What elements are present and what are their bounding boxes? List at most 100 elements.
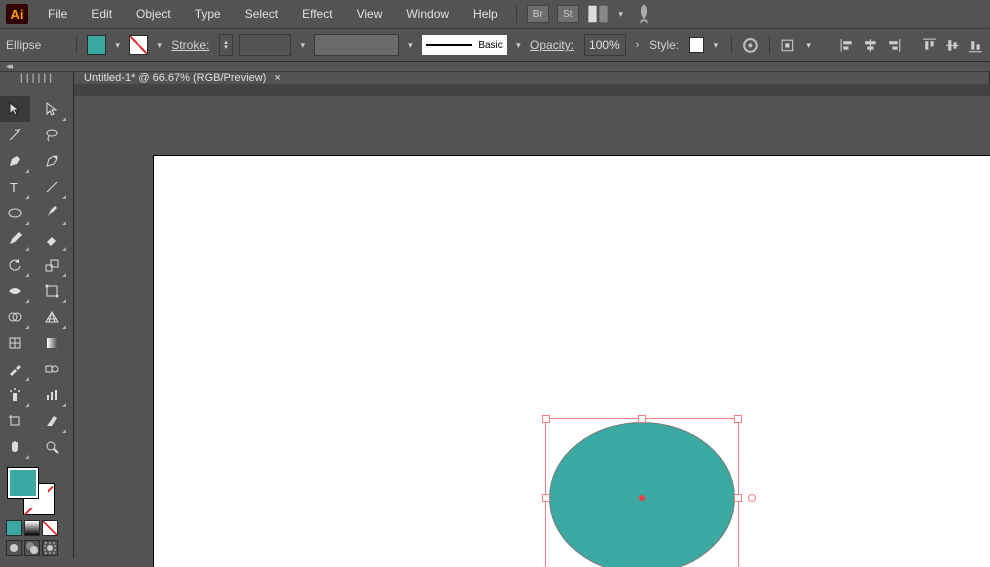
arrange-dropdown[interactable]: ▾ xyxy=(615,5,627,23)
fill-proxy[interactable] xyxy=(8,468,38,498)
column-graph-tool[interactable] xyxy=(37,382,67,408)
selection-tool[interactable] xyxy=(0,96,30,122)
hand-tool[interactable] xyxy=(0,434,30,460)
resize-handle-tr[interactable] xyxy=(734,415,742,423)
menu-window[interactable]: Window xyxy=(396,4,459,24)
stroke-swatch-dropdown[interactable]: ▾ xyxy=(154,36,165,54)
canvas[interactable] xyxy=(74,96,990,567)
artboard-tool[interactable] xyxy=(0,408,30,434)
stock-button[interactable]: St xyxy=(557,5,579,23)
align-bottom-button[interactable] xyxy=(967,36,984,54)
grip-icon: ┃┃┃┃┃┃ xyxy=(19,74,54,83)
paintbrush-tool[interactable] xyxy=(37,200,67,226)
pen-tool[interactable] xyxy=(0,148,30,174)
brush-definition[interactable]: Basic xyxy=(422,35,507,55)
stroke-weight-input[interactable]: ▴▾ xyxy=(219,34,232,56)
align-right-button[interactable] xyxy=(885,36,902,54)
toolbox: ┃┃┃┃┃┃ T xyxy=(0,72,74,558)
menu-object[interactable]: Object xyxy=(126,4,181,24)
opacity-label[interactable]: Opacity: xyxy=(530,38,574,52)
style-dropdown[interactable]: ▾ xyxy=(710,36,721,54)
gpu-preview-button[interactable] xyxy=(633,5,655,23)
hand-icon xyxy=(7,439,23,455)
type-tool[interactable]: T xyxy=(0,174,30,200)
close-tab-button[interactable]: × xyxy=(274,72,280,84)
blend-tool[interactable] xyxy=(37,356,67,382)
center-point[interactable] xyxy=(639,495,645,501)
curvature-tool[interactable] xyxy=(37,148,67,174)
rotate-tool[interactable] xyxy=(0,252,30,278)
scale-tool[interactable] xyxy=(37,252,67,278)
selection-bounding-box[interactable] xyxy=(545,418,739,567)
align-left-button[interactable] xyxy=(839,36,856,54)
graph-icon xyxy=(44,387,60,403)
style-swatch[interactable] xyxy=(689,37,704,53)
mesh-tool[interactable] xyxy=(0,330,30,356)
stroke-weight-dropdown[interactable]: ▾ xyxy=(297,36,308,54)
line-icon xyxy=(44,179,60,195)
fill-stroke-proxy[interactable] xyxy=(8,468,54,514)
bridge-button[interactable]: Br xyxy=(527,5,549,23)
line-tool[interactable] xyxy=(37,174,67,200)
panel-collapse-handle[interactable]: ◂◂ xyxy=(0,62,990,72)
stroke-label[interactable]: Stroke: xyxy=(171,38,209,52)
menu-file[interactable]: File xyxy=(38,4,77,24)
free-transform-tool[interactable] xyxy=(37,278,67,304)
brush-dropdown[interactable]: ▾ xyxy=(513,36,524,54)
pencil-tool[interactable] xyxy=(0,226,30,252)
live-shape-handle[interactable] xyxy=(748,494,756,502)
none-mode-button[interactable] xyxy=(42,520,58,536)
align-to-dropdown[interactable]: ▾ xyxy=(803,36,814,54)
fill-swatch[interactable] xyxy=(87,35,106,55)
eyedropper-tool[interactable] xyxy=(0,356,30,382)
menu-type[interactable]: Type xyxy=(185,4,231,24)
variable-width-profile[interactable] xyxy=(314,34,398,56)
align-to-button[interactable] xyxy=(780,36,797,54)
gradient-mode-button[interactable] xyxy=(24,520,40,536)
resize-handle-t[interactable] xyxy=(638,415,646,423)
lasso-tool[interactable] xyxy=(37,122,67,148)
recolor-artwork-button[interactable] xyxy=(742,36,759,54)
opacity-dropdown[interactable]: › xyxy=(632,36,643,54)
fill-dropdown[interactable]: ▾ xyxy=(112,36,123,54)
align-top-button[interactable] xyxy=(921,36,938,54)
resize-handle-l[interactable] xyxy=(542,494,550,502)
direct-selection-tool[interactable] xyxy=(37,96,67,122)
align-hcenter-icon xyxy=(862,37,879,54)
stroke-weight-field[interactable] xyxy=(239,34,292,56)
variable-width-dropdown[interactable]: ▾ xyxy=(405,36,416,54)
slice-tool[interactable] xyxy=(37,408,67,434)
width-tool[interactable] xyxy=(0,278,30,304)
blend-icon xyxy=(44,361,60,377)
eraser-icon xyxy=(44,231,60,247)
draw-behind-button[interactable] xyxy=(24,540,40,556)
symbol-sprayer-tool[interactable] xyxy=(0,382,30,408)
toolbox-grip[interactable]: ┃┃┃┃┃┃ xyxy=(0,72,73,84)
arrange-documents-button[interactable] xyxy=(587,5,609,23)
stroke-swatch[interactable] xyxy=(129,35,148,55)
document-tab[interactable]: Untitled-1* @ 66.67% (RGB/Preview) × xyxy=(74,72,990,84)
zoom-tool[interactable] xyxy=(37,434,67,460)
eraser-tool[interactable] xyxy=(37,226,67,252)
draw-normal-button[interactable] xyxy=(6,540,22,556)
perspective-grid-tool[interactable] xyxy=(37,304,67,330)
menu-bar: Ai File Edit Object Type Select Effect V… xyxy=(0,0,990,28)
menu-edit[interactable]: Edit xyxy=(81,4,122,24)
menu-select[interactable]: Select xyxy=(235,4,288,24)
gradient-tool[interactable] xyxy=(37,330,67,356)
opacity-field[interactable]: 100% xyxy=(584,34,626,56)
align-hcenter-button[interactable] xyxy=(862,36,879,54)
draw-inside-button[interactable] xyxy=(42,540,58,556)
resize-handle-tl[interactable] xyxy=(542,415,550,423)
menu-separator xyxy=(516,5,517,23)
shape-builder-tool[interactable] xyxy=(0,304,30,330)
resize-handle-r[interactable] xyxy=(734,494,742,502)
color-mode-button[interactable] xyxy=(6,520,22,536)
menu-view[interactable]: View xyxy=(347,4,393,24)
magic-wand-tool[interactable] xyxy=(0,122,30,148)
align-vcenter-button[interactable] xyxy=(944,36,961,54)
menu-help[interactable]: Help xyxy=(463,4,508,24)
type-icon: T xyxy=(7,179,23,195)
ellipse-tool[interactable] xyxy=(0,200,30,226)
menu-effect[interactable]: Effect xyxy=(292,4,342,24)
